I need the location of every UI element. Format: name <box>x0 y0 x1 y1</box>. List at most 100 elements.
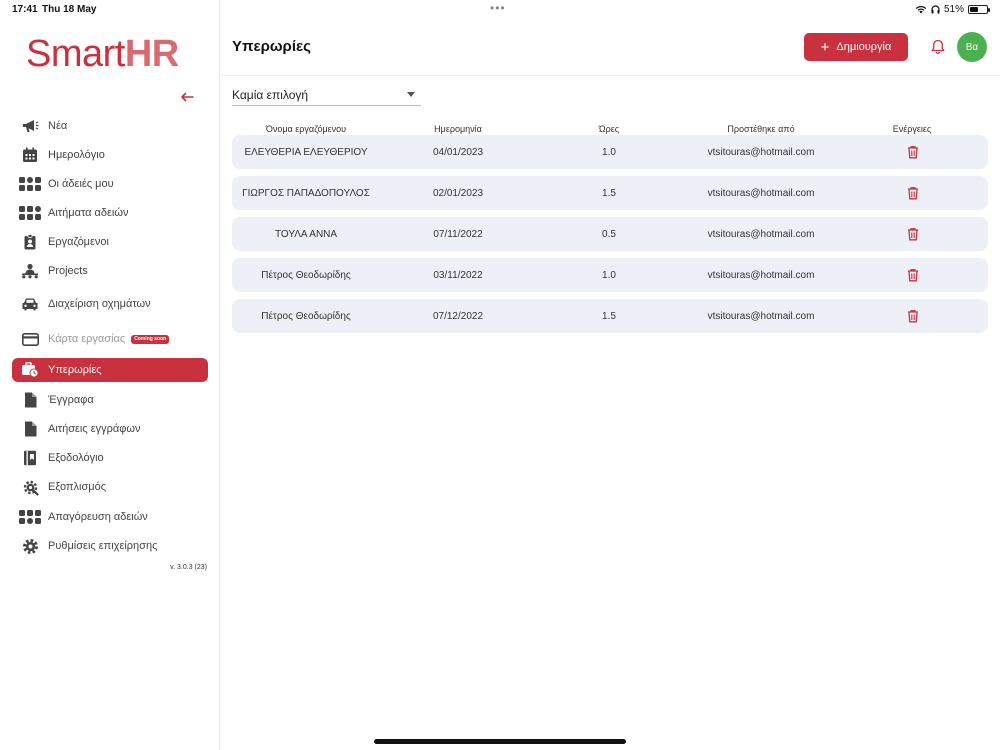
megaphone-icon <box>19 117 41 135</box>
cell-employee: ΕΛΕΥΘΕΡΙΑ ΕΛΕΥΘΕΡΙΟΥ <box>244 147 368 158</box>
trash-icon[interactable] <box>906 186 920 200</box>
document-icon <box>19 391 41 409</box>
cell-added-by: vtsitouras@hotmail.com <box>707 147 815 158</box>
sidebar-item-documents[interactable]: Έγγραφα <box>12 388 208 412</box>
sidebar-item-vehicles[interactable]: Διαχείριση οχημάτων <box>12 292 208 316</box>
sidebar: SmartHR Νέα Ημερολόγιο Οι άδειές μου Αιτ… <box>0 0 220 750</box>
sidebar-item-label: Ρυθμίσεις επιχείρησης <box>48 540 158 552</box>
sidebar-item-label: Υπερωρίες <box>48 364 102 376</box>
multitasking-dots-icon[interactable]: ••• <box>490 1 506 15</box>
page-title: Υπερωρίες <box>232 38 311 55</box>
cell-hours: 1.5 <box>602 188 616 199</box>
sidebar-item-label: Projects <box>48 265 88 277</box>
smarthr-logo: SmartHR <box>26 32 179 76</box>
trash-icon[interactable] <box>906 268 920 282</box>
cell-added-by: vtsitouras@hotmail.com <box>707 270 815 281</box>
column-header-hours: Ώρες <box>598 124 620 134</box>
create-button-label: Δημιουργία <box>836 41 892 53</box>
status-time: 17:41 <box>12 4 38 15</box>
cell-employee: Πέτρος Θεοδωρίδης <box>261 270 351 281</box>
wifi-icon <box>915 6 927 14</box>
sidebar-item-my-leaves[interactable]: Οι άδειές μου <box>12 172 208 196</box>
coming-soon-badge: Coming soon <box>131 334 170 344</box>
trash-icon[interactable] <box>906 309 920 323</box>
sidebar-item-calendar[interactable]: Ημερολόγιο <box>12 143 208 167</box>
table-row[interactable]: Πέτρος Θεοδωρίδης 03/11/2022 1.0 vtsitou… <box>232 258 988 292</box>
id-badge-icon <box>19 233 41 251</box>
chevron-down-icon <box>407 92 415 97</box>
grid-dots-icon <box>19 508 41 526</box>
sidebar-item-label: Αιτήματα αδειών <box>48 207 129 219</box>
grid-dots-icon <box>19 204 41 222</box>
cell-hours: 0.5 <box>602 229 616 240</box>
battery-level <box>970 7 979 12</box>
cell-hours: 1.0 <box>602 147 616 158</box>
cell-date: 07/11/2022 <box>433 229 483 240</box>
cell-employee: ΤΟΥΛΑ ΑΝΝΑ <box>274 229 338 240</box>
battery-icon <box>968 5 990 14</box>
sidebar-item-label: Κάρτα εργασίας <box>48 333 126 345</box>
grid-dots-icon <box>19 175 41 193</box>
sidebar-item-news[interactable]: Νέα <box>12 114 208 138</box>
table-row[interactable]: ΤΟΥΛΑ ΑΝΝΑ 07/11/2022 0.5 vtsitouras@hot… <box>232 217 988 251</box>
sidebar-item-work-card[interactable]: Κάρτα εργασίας Coming soon <box>12 327 208 351</box>
settings-gear-icon <box>19 537 41 555</box>
status-bar: 17:41 Thu 18 May ••• 51% <box>0 0 1000 18</box>
ledger-icon <box>19 449 41 467</box>
filter-select-value: Καμία επιλογή <box>232 88 309 102</box>
cell-added-by: vtsitouras@hotmail.com <box>707 311 815 322</box>
sidebar-item-label: Αιτήσεις εγγράφων <box>48 423 141 435</box>
briefcase-clock-icon <box>19 361 41 379</box>
page-header: Υπερωρίες + Δημιουργία Βα <box>220 18 1000 76</box>
sidebar-item-label: Οι άδειές μου <box>48 178 114 190</box>
cell-hours: 1.0 <box>602 270 616 281</box>
logo-smart: Smart <box>26 33 125 75</box>
sidebar-item-label: Εξοπλισμός <box>48 481 107 493</box>
credit-card-icon <box>19 330 41 348</box>
trash-icon[interactable] <box>906 145 920 159</box>
sidebar-item-business-settings[interactable]: Ρυθμίσεις επιχείρησης <box>12 534 208 558</box>
cell-employee: ΓΙΩΡΓΟΣ ΠΑΠΑΔΟΠΟΥΛΟΣ <box>242 188 370 199</box>
sidebar-item-leave-requests[interactable]: Αιτήματα αδειών <box>12 201 208 225</box>
sidebar-item-expenses[interactable]: Εξοδολόγιο <box>12 446 208 470</box>
status-date: Thu 18 May <box>42 4 97 15</box>
column-header-employee: Όνομα εργαζόμενου <box>265 124 347 134</box>
sidebar-item-projects[interactable]: Projects <box>12 259 208 283</box>
table-row[interactable]: ΕΛΕΥΘΕΡΙΑ ΕΛΕΥΘΕΡΙΟΥ 04/01/2023 1.0 vtsi… <box>232 135 988 169</box>
table-row[interactable]: Πέτρος Θεοδωρίδης 07/12/2022 1.5 vtsitou… <box>232 299 988 333</box>
car-icon <box>19 295 41 313</box>
main-content: Υπερωρίες + Δημιουργία Βα Καμία επιλογή … <box>220 0 1000 750</box>
sidebar-item-label: Ημερολόγιο <box>48 149 105 161</box>
column-header-added-by: Προστέθηκε από <box>727 124 795 134</box>
sidebar-item-label: Εξοδολόγιο <box>48 452 104 464</box>
headphones-icon <box>931 5 940 14</box>
sidebar-item-equipment[interactable]: Εξοπλισμός <box>12 475 208 499</box>
user-avatar[interactable]: Βα <box>957 32 987 62</box>
trash-icon[interactable] <box>906 227 920 241</box>
filter-select[interactable]: Καμία επιλογή <box>232 84 421 106</box>
sidebar-item-overtime[interactable]: Υπερωρίες <box>12 358 208 382</box>
sidebar-item-label: Απαγόρευση αδειών <box>48 511 148 523</box>
battery-percent: 51% <box>943 4 964 15</box>
column-header-actions: Ενέργειες <box>892 124 932 134</box>
home-indicator[interactable] <box>374 739 626 744</box>
app-version: v. 3.0.3 (23) <box>170 564 207 571</box>
cell-date: 04/01/2023 <box>432 147 484 158</box>
sidebar-item-leave-ban[interactable]: Απαγόρευση αδειών <box>12 505 208 529</box>
sidebar-item-employees[interactable]: Εργαζόμενοι <box>12 230 208 254</box>
cell-hours: 1.5 <box>602 311 616 322</box>
sidebar-item-document-requests[interactable]: Αιτήσεις εγγράφων <box>12 417 208 441</box>
column-header-date: Ημερομηνία <box>434 124 482 134</box>
cell-employee: Πέτρος Θεοδωρίδης <box>261 311 351 322</box>
create-button[interactable]: + Δημιουργία <box>804 33 908 61</box>
plus-icon: + <box>820 38 830 56</box>
table-row[interactable]: ΓΙΩΡΓΟΣ ΠΑΠΑΔΟΠΟΥΛΟΣ 02/01/2023 1.5 vtsi… <box>232 176 988 210</box>
bell-icon[interactable] <box>930 39 946 55</box>
team-icon <box>19 262 41 280</box>
cell-added-by: vtsitouras@hotmail.com <box>707 188 815 199</box>
arrow-left-icon[interactable] <box>180 86 200 106</box>
cell-date: 03/11/2022 <box>433 270 483 281</box>
sidebar-item-label: Νέα <box>48 120 68 132</box>
cell-date: 07/12/2022 <box>432 311 484 322</box>
status-right: 51% <box>915 4 990 15</box>
